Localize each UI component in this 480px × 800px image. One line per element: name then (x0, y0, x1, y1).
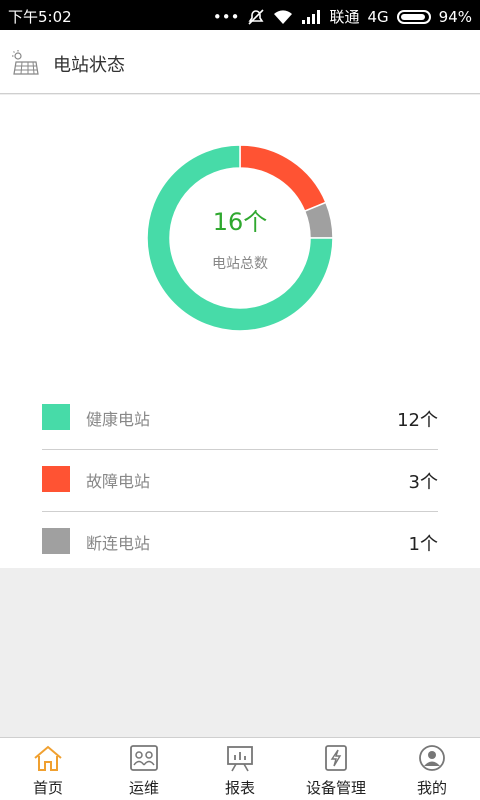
legend-divider (42, 449, 438, 450)
station-status-card: 16个 电站总数 健康电站 12个 故障电站 3个 断连电站 1个 (0, 95, 480, 568)
home-icon (34, 745, 62, 771)
legend-swatch-disconnected (42, 528, 70, 554)
tab-operations[interactable]: 运维 (96, 738, 192, 800)
legend-label-healthy: 健康电站 (86, 410, 151, 429)
chart-board-icon (227, 746, 253, 772)
legend-swatch-fault (42, 466, 70, 492)
bottom-tab-bar: 首页 运维 报表 设备管理 我的 (0, 737, 480, 800)
mute-icon (248, 8, 265, 25)
status-bar: 下午5:02 ••• 联通 4G 94% (0, 0, 480, 30)
status-carrier: 联通 (329, 8, 360, 26)
status-time: 下午5:02 (8, 8, 72, 26)
legend-count-disconnected: 1个 (408, 534, 438, 555)
contacts-icon (130, 745, 158, 771)
legend-count-healthy: 12个 (397, 410, 438, 431)
tab-label-operations: 运维 (128, 779, 159, 797)
legend-label-disconnected: 断连电站 (86, 534, 151, 553)
total-station-count: 16个 (212, 208, 268, 236)
tab-home[interactable]: 首页 (0, 738, 96, 800)
legend-row-healthy[interactable]: 健康电站 12个 (42, 400, 438, 462)
tab-label-device-management: 设备管理 (305, 779, 366, 797)
station-donut-chart (146, 145, 334, 331)
tab-reports[interactable]: 报表 (192, 738, 288, 800)
legend-row-fault[interactable]: 故障电站 3个 (42, 462, 438, 524)
tab-label-profile: 我的 (416, 779, 447, 797)
device-lightning-icon (325, 745, 347, 771)
status-right: ••• 联通 4G 94% (213, 6, 472, 27)
legend-row-disconnected[interactable]: 断连电站 1个 (42, 524, 438, 586)
tab-label-home: 首页 (32, 779, 63, 797)
page-title: 电站状态 (53, 55, 125, 76)
tab-profile[interactable]: 我的 (384, 738, 480, 800)
solar-panel-icon (12, 50, 39, 75)
status-battery: 94% (438, 7, 472, 26)
total-station-label: 电站总数 (212, 256, 268, 272)
page-header: 电站状态 (0, 30, 480, 94)
legend-count-fault: 3个 (408, 472, 438, 493)
legend-swatch-healthy (42, 404, 70, 430)
user-icon (419, 745, 445, 771)
status-network: 4G (367, 7, 389, 26)
dots-icon: ••• (212, 7, 240, 26)
tab-label-reports: 报表 (224, 779, 255, 797)
tab-device-management[interactable]: 设备管理 (288, 738, 384, 800)
signal-icon (302, 9, 321, 24)
wifi-icon (274, 9, 293, 24)
legend-label-fault: 故障电站 (86, 472, 151, 491)
battery-icon (396, 9, 431, 24)
legend-divider (42, 511, 438, 512)
